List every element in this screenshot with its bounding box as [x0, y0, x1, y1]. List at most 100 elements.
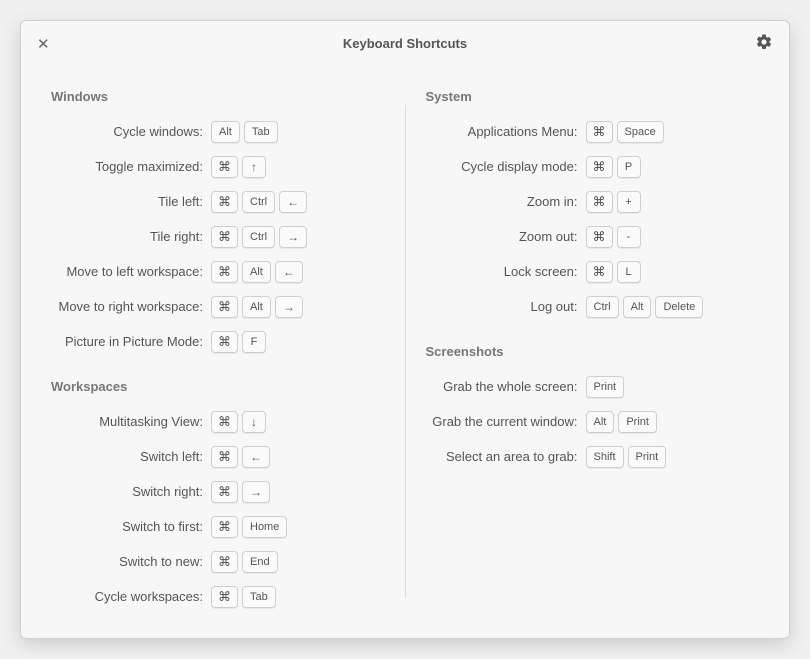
- shortcut-label: Cycle workspaces:: [41, 589, 211, 604]
- key: L: [617, 261, 641, 283]
- shortcut-label: Multitasking View:: [41, 414, 211, 429]
- shortcut-row: Cycle windows:AltTab: [41, 118, 395, 145]
- shortcut-keys: ⌘Home: [211, 516, 287, 538]
- shortcut-row: Lock screen:⌘L: [416, 258, 770, 285]
- key: ⌘: [211, 191, 238, 213]
- shortcut-keys: ShiftPrint: [586, 446, 667, 468]
- key: Ctrl: [242, 226, 275, 248]
- shortcut-row: Cycle display mode:⌘P: [416, 153, 770, 180]
- shortcut-keys: ⌘Ctrl→: [211, 226, 307, 248]
- key: ⌘: [586, 261, 613, 283]
- section-title-workspaces: Workspaces: [51, 379, 395, 394]
- key: →: [275, 296, 303, 318]
- shortcut-label: Log out:: [416, 299, 586, 314]
- key: ⌘: [211, 226, 238, 248]
- shortcut-row: Tile left:⌘Ctrl←: [41, 188, 395, 215]
- shortcut-keys: ⌘L: [586, 261, 641, 283]
- shortcut-label: Zoom out:: [416, 229, 586, 244]
- system-list: Applications Menu:⌘Space Cycle display mo…: [416, 118, 770, 320]
- shortcut-keys: ⌘End: [211, 551, 278, 573]
- key: Home: [242, 516, 287, 538]
- key: ⌘: [211, 331, 238, 353]
- shortcut-label: Move to left workspace:: [41, 264, 211, 279]
- shortcut-keys: AltTab: [211, 121, 278, 143]
- key: Alt: [623, 296, 652, 318]
- shortcut-keys: ⌘↑: [211, 156, 266, 178]
- gear-icon[interactable]: [755, 33, 773, 54]
- shortcut-row: Zoom in:⌘+: [416, 188, 770, 215]
- key: ←: [275, 261, 303, 283]
- shortcut-keys: Print: [586, 376, 625, 398]
- key: ⌘: [211, 551, 238, 573]
- shortcut-keys: ⌘←: [211, 446, 270, 468]
- shortcut-keys: ⌘Ctrl←: [211, 191, 307, 213]
- key: -: [617, 226, 641, 248]
- key: End: [242, 551, 278, 573]
- shortcut-keys: ⌘Tab: [211, 586, 276, 608]
- shortcut-keys: ⌘+: [586, 191, 641, 213]
- left-column: Windows Cycle windows:AltTabToggle maxim…: [31, 65, 405, 618]
- shortcut-label: Applications Menu:: [416, 124, 586, 139]
- key: ⌘: [586, 156, 613, 178]
- key: ⌘: [211, 156, 238, 178]
- shortcut-keys: ⌘→: [211, 481, 270, 503]
- key: ←: [242, 446, 270, 468]
- key: Tab: [242, 586, 276, 608]
- shortcuts-window: ✕ Keyboard Shortcuts Windows Cycle windo…: [20, 20, 790, 639]
- section-title-system: System: [426, 89, 770, 104]
- key: ⌘: [211, 586, 238, 608]
- shortcut-keys: ⌘P: [586, 156, 641, 178]
- shortcut-label: Grab the current window:: [416, 414, 586, 429]
- key: Tab: [244, 121, 278, 143]
- shortcut-label: Grab the whole screen:: [416, 379, 586, 394]
- shortcut-row: Cycle workspaces:⌘Tab: [41, 583, 395, 610]
- windows-list: Cycle windows:AltTabToggle maximized:⌘↑T…: [41, 118, 395, 355]
- key: Alt: [211, 121, 240, 143]
- key: ⌘: [211, 446, 238, 468]
- shortcut-row: Toggle maximized:⌘↑: [41, 153, 395, 180]
- key: ←: [279, 191, 307, 213]
- key: Alt: [242, 296, 271, 318]
- key: Alt: [242, 261, 271, 283]
- shortcut-row: Switch left:⌘←: [41, 443, 395, 470]
- section-title-windows: Windows: [51, 89, 395, 104]
- shortcut-label: Move to right workspace:: [41, 299, 211, 314]
- key: →: [279, 226, 307, 248]
- shortcut-row: Select an area to grab:ShiftPrint: [416, 443, 770, 470]
- key: ⌘: [586, 226, 613, 248]
- shortcut-label: Tile left:: [41, 194, 211, 209]
- key: ⌘: [586, 191, 613, 213]
- key: ⌘: [211, 516, 238, 538]
- shortcut-row: Move to right workspace:⌘Alt→: [41, 293, 395, 320]
- shortcut-keys: ⌘Space: [586, 121, 664, 143]
- shortcut-keys: CtrlAltDelete: [586, 296, 704, 318]
- key: Print: [586, 376, 625, 398]
- key: ⌘: [211, 261, 238, 283]
- shortcut-keys: ⌘-: [586, 226, 641, 248]
- key: F: [242, 331, 266, 353]
- shortcut-row: Log out:CtrlAltDelete: [416, 293, 770, 320]
- screenshots-list: Grab the whole screen:PrintGrab the curr…: [416, 373, 770, 470]
- key: →: [242, 481, 270, 503]
- right-column: System Applications Menu:⌘Space Cycle dis…: [406, 65, 780, 618]
- key: Shift: [586, 446, 624, 468]
- shortcut-keys: ⌘↓: [211, 411, 266, 433]
- shortcut-row: Applications Menu:⌘Space: [416, 118, 770, 145]
- key: P: [617, 156, 641, 178]
- key: ⌘: [211, 296, 238, 318]
- dialog-title: Keyboard Shortcuts: [343, 36, 467, 51]
- key: Ctrl: [586, 296, 619, 318]
- shortcut-row: Tile right:⌘Ctrl→: [41, 223, 395, 250]
- shortcut-row: Grab the whole screen:Print: [416, 373, 770, 400]
- header: ✕ Keyboard Shortcuts: [21, 21, 789, 65]
- shortcut-row: Switch to new:⌘End: [41, 548, 395, 575]
- shortcut-label: Picture in Picture Mode:: [41, 334, 211, 349]
- key: Ctrl: [242, 191, 275, 213]
- key: ↑: [242, 156, 266, 178]
- close-icon[interactable]: ✕: [37, 35, 50, 53]
- key: Print: [628, 446, 667, 468]
- shortcut-keys: ⌘Alt←: [211, 261, 303, 283]
- shortcut-label: Cycle windows:: [41, 124, 211, 139]
- shortcut-row: Picture in Picture Mode:⌘F: [41, 328, 395, 355]
- shortcut-row: Grab the current window:AltPrint: [416, 408, 770, 435]
